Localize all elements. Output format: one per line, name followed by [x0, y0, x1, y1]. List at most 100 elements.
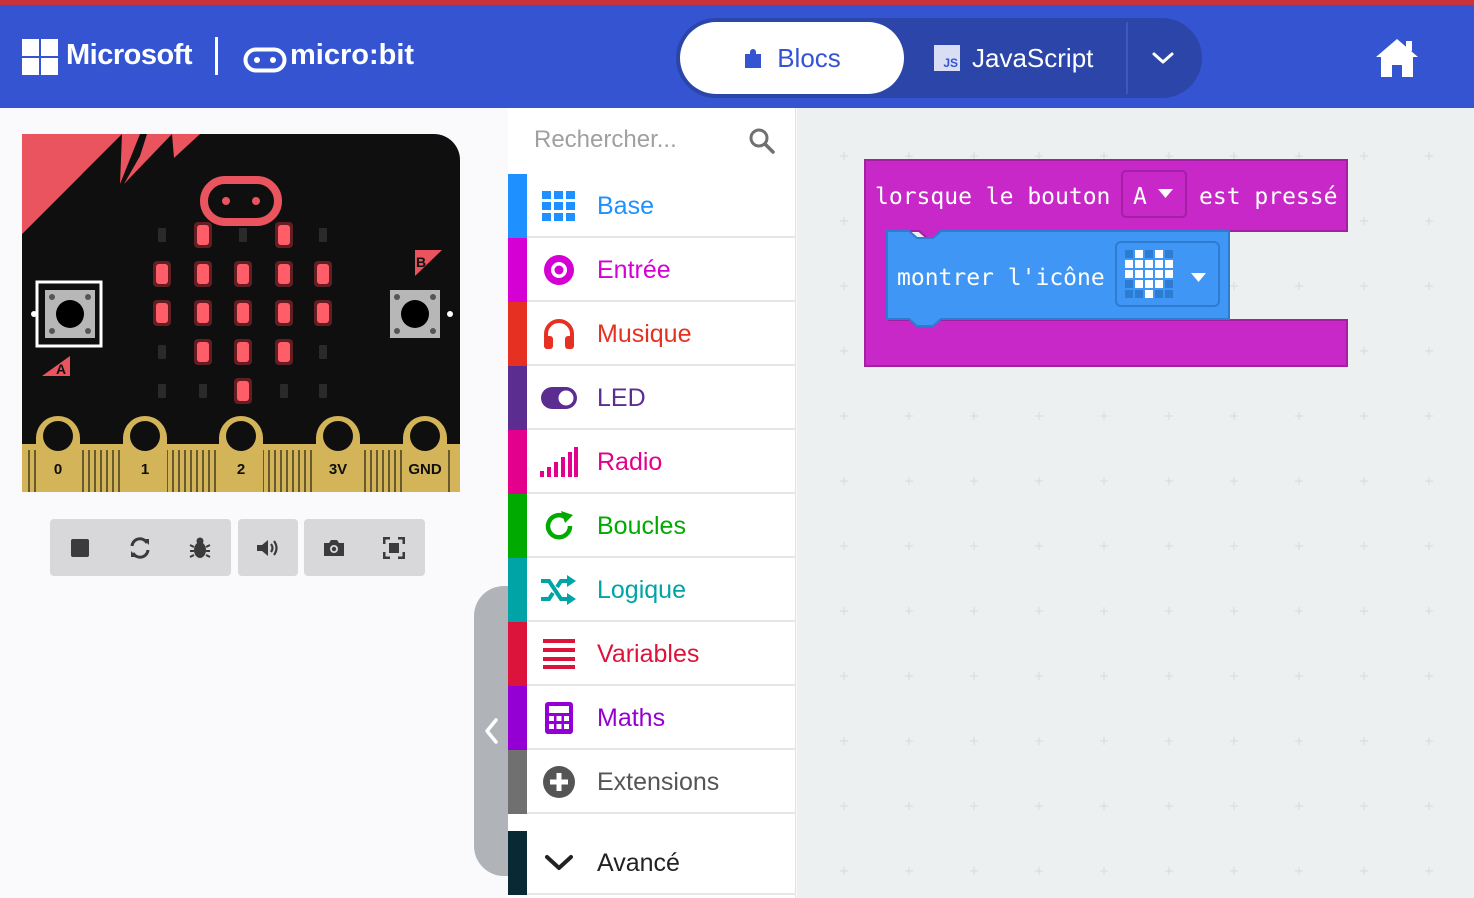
statement-block-show-icon[interactable]: montrer l'icône: [886, 230, 1230, 327]
category-label: Maths: [597, 704, 666, 732]
category-color-stripe: [508, 750, 527, 814]
pin-label: 2: [237, 461, 245, 478]
tab-blocks-label: Blocs: [777, 42, 841, 73]
category-label: Logique: [597, 576, 686, 604]
microsoft-logo-icon: [22, 39, 58, 75]
pin-label: 1: [141, 461, 149, 478]
led-on: [237, 264, 249, 284]
category-variables[interactable]: Variables: [508, 622, 796, 686]
led-on: [317, 303, 329, 323]
category-label: Variables: [597, 640, 700, 668]
toolbox-search: [508, 108, 796, 172]
chevron-left-icon: [485, 718, 498, 744]
pin-1[interactable]: 1: [123, 416, 167, 492]
category-radio[interactable]: Radio: [508, 430, 796, 494]
category-color-stripe: [508, 494, 527, 558]
chevron-down-icon: [540, 845, 578, 881]
led-on: [278, 225, 290, 245]
heart-icon: [1125, 250, 1173, 298]
fullscreen-icon: [383, 536, 405, 559]
stop-icon: [71, 538, 89, 557]
led-on: [278, 303, 290, 323]
category-color-stripe: [508, 302, 527, 366]
category-entree[interactable]: Entrée: [508, 238, 796, 302]
search-icon[interactable]: [748, 127, 776, 155]
pin-label: 0: [54, 461, 62, 478]
pin-3v[interactable]: 3V: [316, 416, 360, 492]
category-label: Musique: [597, 320, 692, 348]
led-on: [317, 264, 329, 284]
category-musique[interactable]: Musique: [508, 302, 796, 366]
radio-button-icon: [540, 252, 578, 288]
toggle-icon: [540, 380, 578, 416]
category-base[interactable]: Base: [508, 174, 796, 238]
microbit-simulator-board[interactable]: A B 0 1 2 3V GND: [22, 134, 460, 492]
fullscreen-button[interactable]: [364, 519, 424, 576]
event-block-prefix: lorsque le bouton: [875, 184, 1110, 210]
header-divider: [215, 37, 218, 75]
sound-icon: [257, 539, 278, 556]
brand-name: Microsoft: [66, 39, 193, 71]
category-logique[interactable]: Logique: [508, 558, 796, 622]
led-off: [239, 228, 247, 242]
search-input[interactable]: [534, 124, 734, 156]
pin-label: 3V: [329, 461, 347, 478]
plus-circle-icon: [540, 764, 578, 800]
debug-icon: [189, 537, 211, 558]
pin-2[interactable]: 2: [219, 416, 263, 492]
category-color-stripe: [508, 174, 527, 238]
pin-label: GND: [408, 461, 442, 478]
list-icon: [540, 636, 578, 672]
button-b-label: B: [416, 254, 426, 270]
signal-bars-icon: [540, 444, 578, 480]
restart-button[interactable]: [110, 519, 170, 576]
javascript-icon: JS: [934, 45, 960, 71]
toolbox: Base Entrée Musique LED Radio: [508, 108, 796, 898]
simulator-controls-left: [50, 519, 231, 576]
button-dropdown[interactable]: A: [1121, 170, 1187, 218]
category-color-stripe: [508, 366, 527, 430]
led-off: [158, 228, 166, 242]
debug-button[interactable]: [170, 519, 230, 576]
mute-button[interactable]: [238, 519, 298, 576]
category-extensions[interactable]: Extensions: [508, 750, 796, 814]
headphones-icon: [540, 316, 578, 352]
language-dropdown-button[interactable]: [1128, 22, 1198, 94]
led-on: [197, 264, 209, 284]
led-on: [197, 225, 209, 245]
category-label: Base: [597, 192, 654, 220]
category-color-stripe: [508, 686, 527, 750]
stop-button[interactable]: [50, 519, 110, 576]
screenshot-button[interactable]: [304, 519, 364, 576]
led-on: [278, 264, 290, 284]
category-color-stripe: [508, 622, 527, 686]
category-boucles[interactable]: Boucles: [508, 494, 796, 558]
tab-blocks[interactable]: Blocs: [680, 22, 904, 94]
led-off: [319, 384, 327, 398]
shuffle-icon: [540, 572, 578, 608]
product-name: micro:bit: [290, 39, 415, 71]
category-color-stripe: [508, 238, 527, 302]
led-on: [237, 303, 249, 323]
pin-0[interactable]: 0: [36, 416, 80, 492]
tab-javascript[interactable]: JS JavaScript: [934, 22, 1124, 94]
simulator-controls-right: [304, 519, 425, 576]
event-block-on-button-pressed[interactable]: lorsque le bouton A est pressé montrer l…: [863, 158, 1353, 370]
blocks-workspace[interactable]: lorsque le bouton A est pressé montrer l…: [797, 108, 1474, 898]
icon-picker-dropdown[interactable]: [1115, 241, 1220, 307]
category-maths[interactable]: Maths: [508, 686, 796, 750]
led-off: [280, 384, 288, 398]
category-label: LED: [597, 384, 646, 412]
led-off: [199, 384, 207, 398]
category-avance[interactable]: Avancé: [508, 831, 796, 895]
led-off: [158, 384, 166, 398]
pin-gnd[interactable]: GND: [403, 416, 447, 492]
led-off: [319, 228, 327, 242]
home-icon[interactable]: [1374, 35, 1420, 81]
header-bar: Microsoft micro:bit Blocs JS JavaScript: [0, 5, 1474, 108]
led-on: [156, 303, 168, 323]
button-dropdown-value: A: [1133, 184, 1147, 210]
led-on: [237, 381, 249, 401]
category-led[interactable]: LED: [508, 366, 796, 430]
led-off: [158, 345, 166, 359]
